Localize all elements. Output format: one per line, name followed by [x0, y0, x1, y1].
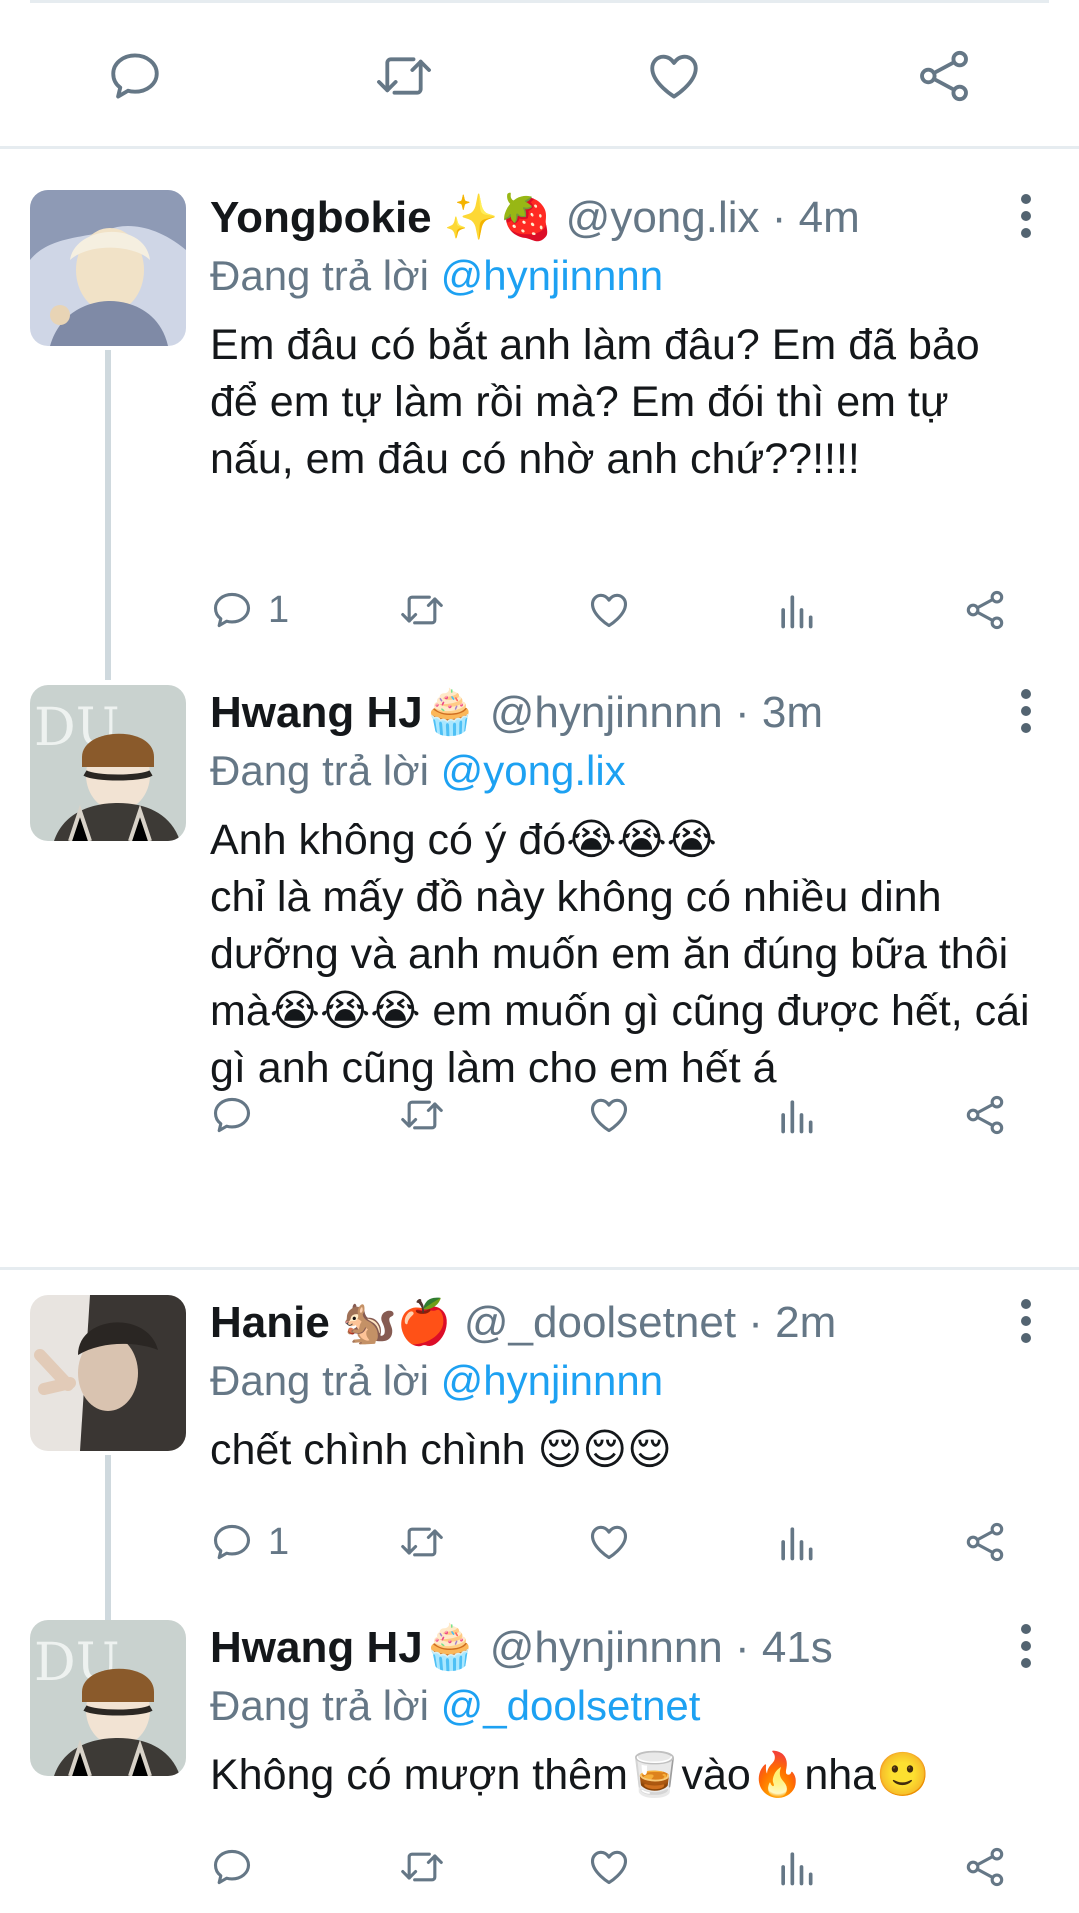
share-icon	[966, 1095, 1004, 1135]
retweet-icon	[401, 1852, 443, 1882]
reply-button[interactable]: 1	[210, 580, 289, 640]
like-icon	[590, 1525, 628, 1560]
retweet-button[interactable]	[398, 580, 446, 640]
analytics-button[interactable]	[776, 580, 816, 640]
reply-icon	[213, 1524, 251, 1560]
reply-mention[interactable]: @_doolsetnet	[441, 1682, 701, 1729]
tweet-actions: 1	[210, 1512, 1039, 1572]
retweet-icon	[401, 1100, 443, 1130]
main-tweet-actions	[0, 28, 1079, 118]
replying-label: Đang trả lời	[210, 1357, 441, 1404]
like-icon	[590, 1098, 628, 1133]
replying-to: Đang trả lời @yong.lix	[210, 743, 626, 799]
replying-label: Đang trả lời	[210, 1682, 441, 1729]
like-button[interactable]	[586, 580, 632, 640]
tweet-actions	[210, 1085, 1039, 1145]
more-options-icon[interactable]	[1019, 1299, 1033, 1350]
handle-time: @_doolsetnet · 2m	[463, 1298, 837, 1347]
retweet-icon	[401, 1527, 443, 1557]
reply-button[interactable]: 1	[210, 1512, 289, 1572]
like-button[interactable]	[586, 1085, 632, 1145]
retweet-button[interactable]	[398, 1085, 446, 1145]
handle-time: @yong.lix · 4m	[565, 193, 860, 242]
analytics-icon	[781, 1527, 813, 1561]
more-options-icon[interactable]	[1019, 194, 1033, 245]
reply-icon	[213, 1097, 251, 1133]
analytics-button[interactable]	[776, 1085, 816, 1145]
display-name[interactable]: Hanie 🐿️🍎	[210, 1298, 452, 1347]
tweet-actions	[210, 1837, 1039, 1897]
share-icon	[966, 590, 1004, 630]
share-button[interactable]	[962, 580, 1008, 640]
share-button[interactable]	[912, 44, 976, 108]
like-button[interactable]	[586, 1837, 632, 1897]
reply-mention[interactable]: @hynjinnnn	[441, 252, 663, 299]
more-options-icon[interactable]	[1019, 1624, 1033, 1675]
share-button[interactable]	[962, 1512, 1008, 1572]
retweet-button[interactable]	[398, 1837, 446, 1897]
replying-to: Đang trả lời @_doolsetnet	[210, 1678, 700, 1734]
analytics-icon	[781, 595, 813, 629]
replying-label: Đang trả lời	[210, 252, 441, 299]
thread-line	[105, 350, 111, 680]
handle-time: @hynjinnnn · 3m	[489, 688, 823, 737]
like-icon	[590, 593, 628, 628]
analytics-button[interactable]	[776, 1512, 816, 1572]
reply-icon	[213, 1849, 251, 1885]
reply-count: 1	[268, 588, 290, 631]
tweet-text: Anh không có ý đó😭😭😭 chỉ là mấy đồ này k…	[210, 816, 1030, 1092]
reply-mention[interactable]: @yong.lix	[441, 747, 626, 794]
like-button[interactable]	[642, 44, 706, 108]
display-name[interactable]: Hwang HJ🧁	[210, 688, 477, 737]
avatar[interactable]: DU	[30, 1620, 186, 1776]
reply-icon	[111, 53, 159, 99]
share-icon	[920, 50, 968, 102]
reply-button[interactable]	[103, 44, 167, 108]
reply-icon	[213, 592, 251, 628]
section-divider	[0, 1267, 1079, 1270]
replying-label: Đang trả lời	[210, 747, 441, 794]
avatar[interactable]: DU	[30, 685, 186, 841]
analytics-button[interactable]	[776, 1837, 816, 1897]
retweet-icon	[401, 595, 443, 625]
replying-to: Đang trả lời @hynjinnnn	[210, 1353, 663, 1409]
reply-count: 1	[268, 1520, 290, 1563]
share-button[interactable]	[962, 1085, 1008, 1145]
analytics-icon	[781, 1100, 813, 1134]
tweet-header: Yongbokie ✨🍓 @yong.lix · 4m	[210, 190, 989, 246]
analytics-icon	[781, 1852, 813, 1886]
tweet-text: Không có mượn thêm🥃vào🔥nha🙂	[210, 1751, 930, 1799]
section-divider	[0, 146, 1079, 149]
reply-button[interactable]	[210, 1837, 268, 1897]
tweet-header: Hanie 🐿️🍎 @_doolsetnet · 2m	[210, 1295, 989, 1351]
like-icon	[590, 1850, 628, 1885]
retweet-icon	[377, 57, 431, 95]
tweet-text: chết chình chình 😌😌😌	[210, 1426, 672, 1474]
like-icon	[650, 54, 698, 99]
more-options-icon[interactable]	[1019, 689, 1033, 740]
display-name[interactable]: Yongbokie ✨🍓	[210, 193, 553, 242]
reply-mention[interactable]: @hynjinnnn	[441, 1357, 663, 1404]
tweet-text: Em đâu có bắt anh làm đâu? Em đã bảo để …	[210, 321, 992, 483]
tweet-header: Hwang HJ🧁 @hynjinnnn · 41s	[210, 1620, 989, 1676]
avatar[interactable]	[30, 190, 186, 346]
retweet-button[interactable]	[398, 1512, 446, 1572]
handle-time: @hynjinnnn · 41s	[489, 1623, 833, 1672]
replying-to: Đang trả lời @hynjinnnn	[210, 248, 663, 304]
share-button[interactable]	[962, 1837, 1008, 1897]
tweet-actions: 1	[210, 580, 1039, 640]
share-icon	[966, 1522, 1004, 1562]
top-divider	[30, 0, 1049, 3]
like-button[interactable]	[586, 1512, 632, 1572]
display-name[interactable]: Hwang HJ🧁	[210, 1623, 477, 1672]
reply-button[interactable]	[210, 1085, 268, 1145]
tweet-header: Hwang HJ🧁 @hynjinnnn · 3m	[210, 685, 989, 741]
share-icon	[966, 1847, 1004, 1887]
avatar[interactable]	[30, 1295, 186, 1451]
retweet-button[interactable]	[372, 44, 436, 108]
